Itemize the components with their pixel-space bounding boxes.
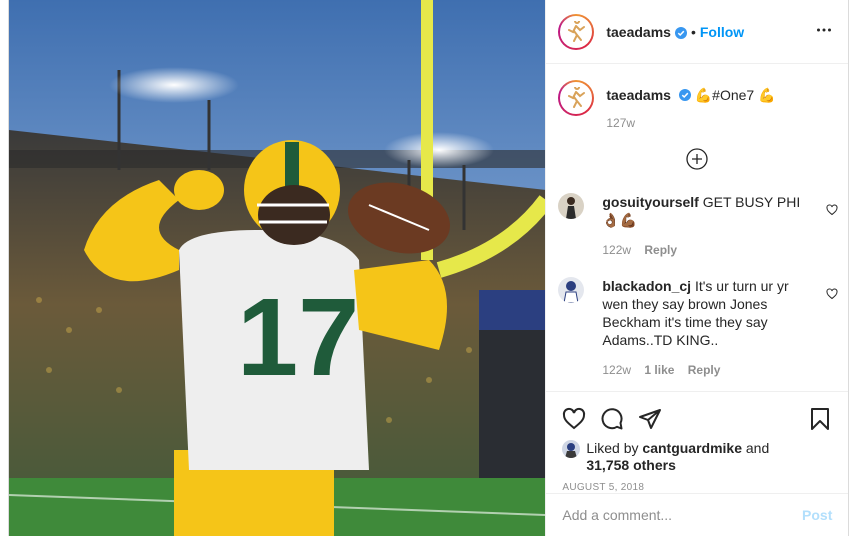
comment-like-heart-icon[interactable] [826, 203, 838, 219]
comment-likes-count[interactable]: 1 like [644, 363, 674, 377]
author-username[interactable]: taeadams [606, 24, 671, 40]
comment-icon[interactable] [600, 407, 624, 434]
post-header: taeadams • Follow [546, 0, 848, 64]
more-options-icon[interactable] [816, 22, 832, 41]
share-icon[interactable] [638, 407, 662, 434]
caption-text: 💪#One7 💪 [694, 87, 776, 103]
caption-avatar[interactable] [558, 80, 595, 116]
follow-button[interactable]: Follow [700, 24, 744, 40]
jumpman-logo-icon [560, 82, 593, 114]
header-separator: • [690, 23, 696, 40]
likes-others-count[interactable]: 31,758 others [586, 457, 676, 473]
comment-like-heart-icon[interactable] [826, 287, 838, 303]
commenter-avatar[interactable] [558, 193, 585, 219]
caption-username[interactable]: taeadams [606, 87, 671, 103]
load-more-comments[interactable] [546, 148, 848, 173]
comment-reply-button[interactable]: Reply [688, 363, 721, 377]
comment-username[interactable]: gosuityourself [602, 194, 698, 210]
comment-item: blackadon_cj It's ur turn ur yr wen they… [546, 277, 848, 379]
commenter-avatar[interactable] [558, 277, 585, 303]
likes-prefix: Liked by [586, 440, 639, 456]
verified-badge-icon [674, 26, 687, 39]
post-card: 17 taeadams • Follow taeadams 💪#One7 💪 1… [8, 0, 849, 536]
comment-input[interactable] [562, 507, 803, 523]
liker-avatar[interactable] [562, 440, 581, 458]
likes-summary: Liked by cantguardmike and 31,758 others [562, 440, 832, 474]
jumpman-logo-icon [560, 15, 593, 48]
football-player-photo: 17 [9, 0, 546, 536]
author-avatar[interactable] [558, 13, 595, 50]
bookmark-icon[interactable] [808, 407, 832, 434]
likes-joiner: and [745, 440, 770, 456]
comment-item: gosuityourself GET BUSY PHI 👌🏾💪🏾 122w Re… [546, 193, 848, 259]
post-actions: Liked by cantguardmike and 31,758 others… [546, 391, 849, 493]
caption-age: 127w [606, 116, 636, 130]
post-photo[interactable]: 17 [9, 0, 546, 536]
svg-text:17: 17 [237, 276, 359, 399]
post-caption: taeadams 💪#One7 💪 127w [546, 64, 848, 130]
comment-reply-button[interactable]: Reply [644, 243, 677, 257]
post-side-panel: taeadams • Follow taeadams 💪#One7 💪 127w… [545, 0, 849, 536]
comment-age: 122w [602, 363, 632, 377]
plus-circle-icon[interactable] [686, 148, 708, 173]
heart-icon[interactable] [562, 407, 586, 434]
comment-username[interactable]: blackadon_cj [602, 278, 691, 294]
liker-username[interactable]: cantguardmike [642, 440, 742, 456]
post-date[interactable]: AUGUST 5, 2018 [562, 482, 832, 493]
comment-age: 122w [602, 243, 632, 257]
add-comment-bar: Post [546, 493, 849, 536]
post-comment-button[interactable]: Post [802, 507, 832, 523]
verified-badge-icon [678, 87, 691, 101]
